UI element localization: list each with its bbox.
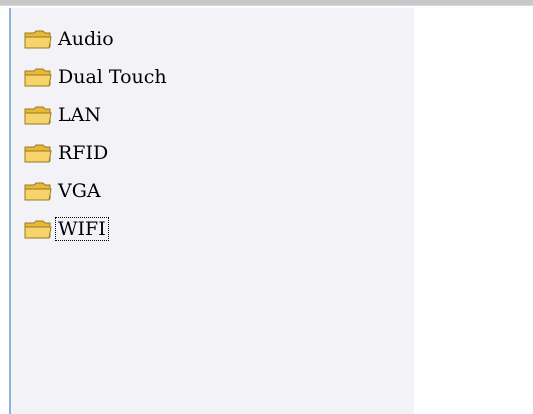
tree-item-dual-touch[interactable]: Dual Touch <box>23 58 170 96</box>
tree-item-vga[interactable]: VGA <box>23 172 170 210</box>
tree-item-audio[interactable]: Audio <box>23 20 170 58</box>
tree-item-wifi[interactable]: WIFI <box>23 210 170 248</box>
folder-icon <box>24 182 52 201</box>
folder-tree: Audio Dual Touch LAN RFID VGA WIFI <box>23 20 170 248</box>
tree-item-rfid[interactable]: RFID <box>23 134 170 172</box>
tree-item-label[interactable]: VGA <box>55 179 104 203</box>
folder-icon <box>24 220 52 239</box>
folder-icon <box>24 144 52 163</box>
window-top-border <box>0 0 533 6</box>
tree-item-label[interactable]: WIFI <box>55 217 109 241</box>
tree-item-lan[interactable]: LAN <box>23 96 170 134</box>
tree-item-label[interactable]: LAN <box>55 103 104 127</box>
folder-icon <box>24 30 52 49</box>
folder-icon <box>24 68 52 87</box>
folder-tree-pane[interactable]: Audio Dual Touch LAN RFID VGA WIFI <box>9 8 414 414</box>
content-pane <box>415 8 533 414</box>
tree-item-label[interactable]: Dual Touch <box>55 65 170 89</box>
tree-item-label[interactable]: Audio <box>55 27 117 51</box>
folder-icon <box>24 106 52 125</box>
tree-item-label[interactable]: RFID <box>55 141 111 165</box>
